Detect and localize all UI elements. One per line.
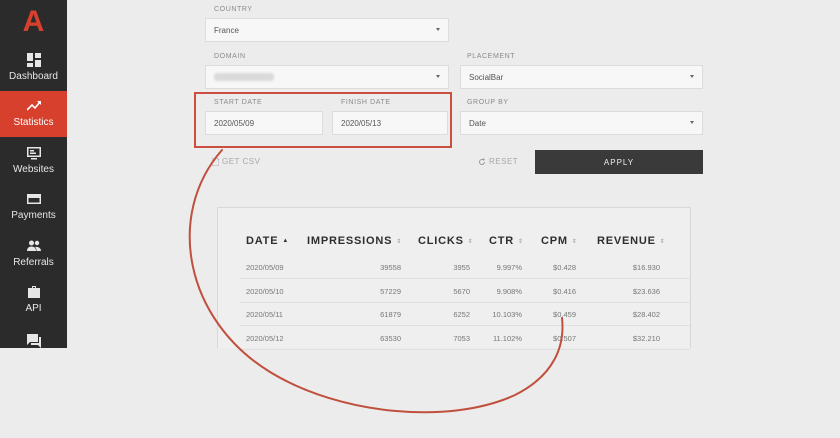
domain-value-redacted bbox=[214, 73, 274, 81]
chevron-down-icon bbox=[690, 121, 694, 124]
column-header-clicks[interactable]: CLICKS ⇕ bbox=[418, 235, 474, 247]
table-cell: 6252 bbox=[453, 310, 470, 319]
table-cell: 7053 bbox=[453, 333, 470, 343]
chevron-down-icon bbox=[436, 75, 440, 78]
sort-icon: ⇕ bbox=[659, 238, 666, 245]
finish-date-label: FINISH DATE bbox=[341, 99, 391, 106]
websites-icon bbox=[26, 146, 41, 160]
briefcase-icon bbox=[27, 286, 40, 299]
trending-up-icon bbox=[26, 101, 41, 111]
table-cell: $0.459 bbox=[553, 310, 576, 319]
apply-button[interactable]: APPLY bbox=[535, 150, 703, 174]
sidebar-item-chat[interactable] bbox=[0, 323, 67, 363]
domain-label: DOMAIN bbox=[214, 53, 246, 60]
get-csv-button[interactable]: GET CSV bbox=[212, 157, 260, 166]
sidebar-item-label: API bbox=[25, 303, 42, 315]
table-cell: 57229 bbox=[380, 286, 401, 296]
payments-icon bbox=[26, 194, 41, 205]
country-value: France bbox=[214, 25, 239, 35]
table-row-divider bbox=[240, 301, 690, 303]
table-cell: 39558 bbox=[380, 263, 401, 272]
sidebar-item-label: Payments bbox=[11, 210, 56, 222]
start-date-input[interactable]: 2020/05/09 bbox=[205, 111, 323, 135]
column-header-date[interactable]: DATE ▲ bbox=[246, 235, 289, 247]
table-cell: 2020/05/12 bbox=[246, 333, 284, 343]
table-cell: 11.102% bbox=[492, 333, 522, 343]
sidebar: A Dashboard Statistics Websites Payments… bbox=[0, 0, 67, 348]
sidebar-item-dashboard[interactable]: Dashboard bbox=[0, 44, 67, 91]
table-row-divider bbox=[240, 278, 690, 279]
table-cell: 9.908% bbox=[496, 286, 522, 296]
column-header-label: CLICKS bbox=[418, 235, 464, 247]
reset-icon bbox=[479, 157, 485, 165]
table-cell: $23.636 bbox=[632, 286, 660, 296]
chevron-down-icon bbox=[436, 28, 440, 31]
placement-select[interactable]: SocialBar bbox=[460, 65, 703, 89]
column-header-label: IMPRESSIONS bbox=[307, 235, 393, 247]
statistics-table: DATE ▲ IMPRESSIONS ⇕ CLICKS ⇕ CTR ⇕ CPM ⇕ REV… bbox=[217, 207, 691, 350]
start-date-label: START DATE bbox=[214, 99, 263, 106]
country-label: COUNTRY bbox=[214, 6, 253, 13]
sidebar-item-referrals[interactable]: Referrals bbox=[0, 230, 67, 277]
reset-button[interactable]: RESET bbox=[478, 157, 518, 166]
sidebar-item-label: Dashboard bbox=[9, 70, 58, 82]
table-cell: 9.997% bbox=[496, 263, 522, 272]
sidebar-item-statistics[interactable]: Statistics bbox=[0, 90, 67, 137]
table-cell: 61879 bbox=[380, 310, 401, 319]
column-header-label: CPM bbox=[541, 235, 568, 247]
column-header-label: CTR bbox=[489, 235, 515, 247]
sidebar-item-label: Referrals bbox=[13, 256, 54, 268]
table-row-divider bbox=[240, 348, 690, 350]
column-header-ctr[interactable]: CTR ⇕ bbox=[489, 235, 524, 247]
table-cell: 10.103% bbox=[492, 310, 522, 319]
placement-label: PLACEMENT bbox=[467, 53, 516, 60]
chevron-down-icon bbox=[690, 75, 694, 78]
start-date-value: 2020/05/09 bbox=[214, 118, 255, 128]
group-by-select[interactable]: Date bbox=[460, 111, 703, 135]
chat-icon bbox=[26, 334, 41, 348]
sort-asc-icon: ▲ bbox=[282, 238, 290, 244]
sidebar-item-api[interactable]: API bbox=[0, 277, 67, 324]
table-row-divider bbox=[240, 325, 690, 326]
table-cell: 2020/05/11 bbox=[246, 310, 283, 319]
table-cell: 2020/05/10 bbox=[246, 286, 284, 296]
group-by-value: Date bbox=[469, 118, 486, 128]
file-icon bbox=[212, 157, 219, 166]
domain-select[interactable] bbox=[205, 65, 449, 89]
table-cell: 3955 bbox=[453, 263, 470, 272]
sidebar-item-payments[interactable]: Payments bbox=[0, 184, 67, 231]
finish-date-value: 2020/05/13 bbox=[341, 118, 382, 128]
table-cell: 5670 bbox=[453, 286, 470, 296]
get-csv-label: GET CSV bbox=[222, 157, 261, 166]
table-cell: 2020/05/09 bbox=[246, 263, 284, 272]
column-header-impressions[interactable]: IMPRESSIONS ⇕ bbox=[307, 235, 402, 247]
sidebar-item-label: Websites bbox=[13, 163, 54, 175]
sort-icon: ⇕ bbox=[467, 238, 474, 245]
placement-value: SocialBar bbox=[469, 72, 504, 82]
sort-icon: ⇕ bbox=[571, 238, 578, 245]
group-by-label: GROUP BY bbox=[467, 99, 509, 106]
table-cell: $0.416 bbox=[553, 286, 576, 296]
finish-date-input[interactable]: 2020/05/13 bbox=[332, 111, 448, 135]
column-header-label: REVENUE bbox=[597, 235, 656, 247]
dashboard-icon bbox=[26, 52, 41, 67]
sidebar-item-label: Statistics bbox=[13, 117, 54, 129]
country-select[interactable]: France bbox=[205, 18, 449, 42]
column-header-cpm[interactable]: CPM ⇕ bbox=[541, 235, 578, 247]
reset-label: RESET bbox=[489, 157, 519, 166]
table-cell: $16.930 bbox=[632, 263, 660, 272]
sort-icon: ⇕ bbox=[396, 238, 403, 245]
table-cell: 63530 bbox=[380, 333, 401, 343]
column-header-revenue[interactable]: REVENUE ⇕ bbox=[597, 235, 666, 247]
table-cell: $0.507 bbox=[553, 333, 576, 343]
column-header-label: DATE bbox=[246, 235, 279, 247]
sidebar-item-websites[interactable]: Websites bbox=[0, 137, 67, 184]
app-logo[interactable]: A bbox=[0, 0, 67, 44]
table-cell: $0.428 bbox=[553, 263, 576, 272]
referrals-icon bbox=[26, 240, 41, 251]
table-cell: $32.210 bbox=[632, 333, 660, 343]
sort-icon: ⇕ bbox=[518, 238, 524, 245]
table-cell: $28.402 bbox=[632, 310, 660, 319]
